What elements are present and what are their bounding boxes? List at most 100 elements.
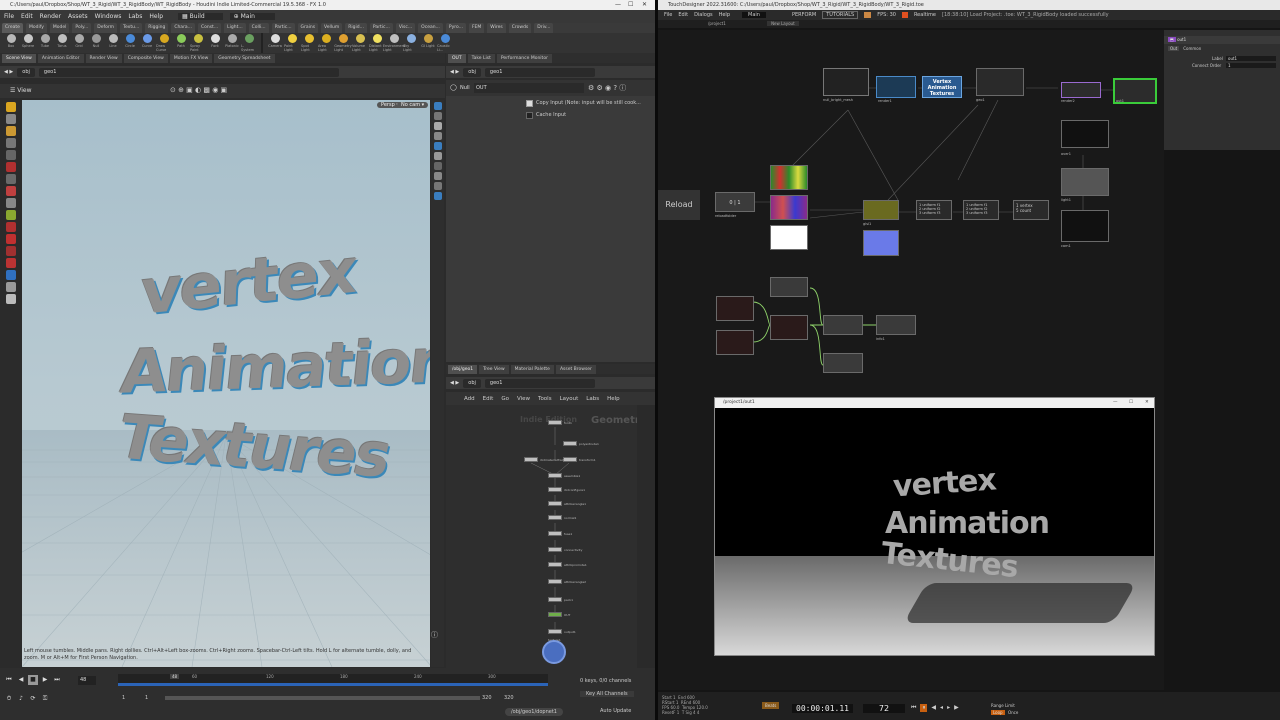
network-pane-tab-2[interactable]: Material Palette xyxy=(510,365,554,374)
end-frame[interactable]: 320 xyxy=(504,695,514,701)
td-node-cam1[interactable] xyxy=(1061,210,1109,242)
key-all-channels-button[interactable]: Key All Channels xyxy=(580,691,634,697)
shelf-tool-9[interactable]: Draw Curve xyxy=(156,33,172,53)
timeline-bar[interactable]: 48 60 120 180 240 300 xyxy=(118,674,548,686)
viewport-tool-icons[interactable]: ⊙ ⊕ ▣ ◐ ▩ ◉ ▣ xyxy=(170,86,227,94)
shelf-tool-10[interactable]: Path xyxy=(173,33,189,53)
td-viewer-window[interactable]: /project1/out1 — ☐ ✕ vertex Animation Te… xyxy=(714,397,1155,656)
td-node-geo1[interactable] xyxy=(976,68,1024,96)
node-out[interactable] xyxy=(548,612,562,617)
maximize-icon[interactable]: ☐ xyxy=(628,0,633,10)
display-icon-1[interactable] xyxy=(433,102,442,110)
td-loop[interactable]: Loop xyxy=(991,710,1005,715)
shelf-tool-14[interactable]: L-System xyxy=(241,33,257,53)
menu-windows[interactable]: Windows xyxy=(95,13,122,20)
node-rbdmaterialfracture1[interactable] xyxy=(524,457,538,462)
shelf-tool-13[interactable]: Platonic xyxy=(224,33,240,53)
viewport-pane-tab-2[interactable]: Render View xyxy=(85,54,122,63)
net-menu-edit[interactable]: Edit xyxy=(483,396,494,402)
path-geo[interactable]: geo1 xyxy=(38,67,339,77)
blue-tool-icon[interactable] xyxy=(6,270,16,280)
td-menu-edit[interactable]: Edit xyxy=(678,12,688,18)
network-pane-tab-3[interactable]: Asset Browser xyxy=(555,365,596,374)
shelf-tab-21[interactable]: Crowds xyxy=(508,23,532,33)
back-arrow-icon[interactable]: ◀ ▶ xyxy=(4,69,13,75)
menu-assets[interactable]: Assets xyxy=(68,13,88,20)
td-perform-button[interactable]: PERFORM xyxy=(792,12,816,18)
td-node-lookup1[interactable] xyxy=(823,315,863,335)
auto-update-menu[interactable]: Auto Update xyxy=(600,708,631,714)
menu-file[interactable]: File xyxy=(4,13,14,20)
td-node-null-bright-mesh[interactable] xyxy=(823,68,869,96)
viewport-pane-tab-3[interactable]: Composite View xyxy=(123,54,168,63)
menu-render[interactable]: Render xyxy=(40,13,61,20)
shelf-tab-16[interactable]: Visc... xyxy=(395,23,416,33)
menu-edit[interactable]: Edit xyxy=(21,13,33,20)
td-tsig[interactable]: 4 4 xyxy=(693,710,699,715)
td-menu-dialogs[interactable]: Dialogs xyxy=(694,12,713,18)
td-node-tex3[interactable] xyxy=(770,225,808,250)
light-tool-9[interactable]: GI Light xyxy=(420,33,436,53)
td-param-tab-common[interactable]: Common xyxy=(1183,46,1201,51)
node-output1[interactable] xyxy=(548,629,562,634)
td-node-vertex-count[interactable]: 1 vertex 5 count xyxy=(1013,200,1049,220)
shelf-tool-0[interactable]: Box xyxy=(3,33,19,53)
light-tool-4[interactable]: Geometry Light xyxy=(334,33,352,53)
node-font1[interactable] xyxy=(548,420,562,425)
handle-tool-icon[interactable] xyxy=(6,102,16,112)
net-back-arrow-icon[interactable]: ◀ ▶ xyxy=(450,380,459,386)
cache-input-checkbox[interactable] xyxy=(526,112,533,119)
light-tool-8[interactable]: Sky Light xyxy=(403,33,419,53)
net-menu-add[interactable]: Add xyxy=(464,396,475,402)
shelf-tool-7[interactable]: Circle xyxy=(122,33,138,53)
sound-icon[interactable]: ♪ xyxy=(16,694,26,704)
light-tool-1[interactable]: Point Light xyxy=(284,33,300,53)
td-node-math1[interactable] xyxy=(770,315,808,340)
param-path-geo[interactable]: geo1 xyxy=(484,67,595,77)
shelf-tab-6[interactable]: Rigging xyxy=(145,23,169,33)
current-frame-field[interactable]: 48 xyxy=(78,676,96,685)
start-frame[interactable]: 1 xyxy=(122,695,125,701)
td-fps-val[interactable]: 60.0 xyxy=(671,705,680,710)
td-node-light1[interactable] xyxy=(1061,168,1109,196)
td-timecode[interactable]: 00:00:01.11 xyxy=(792,704,853,713)
shelf-tool-11[interactable]: Spray Paint xyxy=(190,33,206,53)
display-icon-9[interactable] xyxy=(433,182,442,190)
td-beats-toggle[interactable]: Beats xyxy=(762,702,780,709)
td-node-glsl1[interactable] xyxy=(863,200,899,220)
play-back-icon[interactable]: ◀ xyxy=(16,675,26,685)
shelf-tab-22[interactable]: Driv... xyxy=(534,23,554,33)
td-viewer-max-icon[interactable]: ☐ xyxy=(1129,398,1133,408)
td-fwd-icon[interactable]: ▶ xyxy=(954,704,959,712)
td-node-over1[interactable] xyxy=(1061,120,1109,148)
display-icon-3[interactable] xyxy=(433,122,442,130)
stop-icon[interactable]: ■ xyxy=(28,675,38,685)
shelf-tab-7[interactable]: Chara... xyxy=(171,23,195,33)
node-rbdconfigure1[interactable] xyxy=(548,487,562,492)
td-path[interactable]: /project1 xyxy=(708,21,726,26)
td-node-tex2[interactable] xyxy=(770,195,808,220)
shelf-tab-0[interactable]: Create xyxy=(2,23,23,33)
td-first-icon[interactable]: ⏮ xyxy=(911,704,916,712)
shelf-tab-14[interactable]: Rigid... xyxy=(345,23,367,33)
td-menu-file[interactable]: File xyxy=(664,12,672,18)
light-tool-7[interactable]: Environment Light xyxy=(383,33,405,53)
shelf-tab-2[interactable]: Model xyxy=(49,23,70,33)
net-menu-view[interactable]: View xyxy=(517,396,530,402)
loop-icon[interactable]: ⟳ xyxy=(28,694,38,704)
shelf-tab-4[interactable]: Deform xyxy=(94,23,117,33)
network-editor[interactable]: Indie Edition Geometry font1 polyextrude… xyxy=(446,405,655,668)
rotate-tool-icon[interactable] xyxy=(6,138,16,148)
move-tool-icon[interactable] xyxy=(6,126,16,136)
net-path-geo[interactable]: geo1 xyxy=(484,378,595,388)
shelf-tab-13[interactable]: Vellum xyxy=(321,23,343,33)
display-icon-10[interactable] xyxy=(433,192,442,200)
snap-tool-icon[interactable] xyxy=(6,174,16,184)
node-attribwrangle2[interactable] xyxy=(548,579,562,584)
display-icon-5[interactable] xyxy=(433,142,442,150)
close-icon[interactable]: ✕ xyxy=(642,0,647,10)
td-frame[interactable]: 72 xyxy=(863,704,905,713)
td-tutorials-button[interactable]: TUTORIALS xyxy=(822,11,859,19)
shelf-tab-19[interactable]: FEM xyxy=(468,23,485,33)
net-menu-labs[interactable]: Labs xyxy=(586,396,599,402)
